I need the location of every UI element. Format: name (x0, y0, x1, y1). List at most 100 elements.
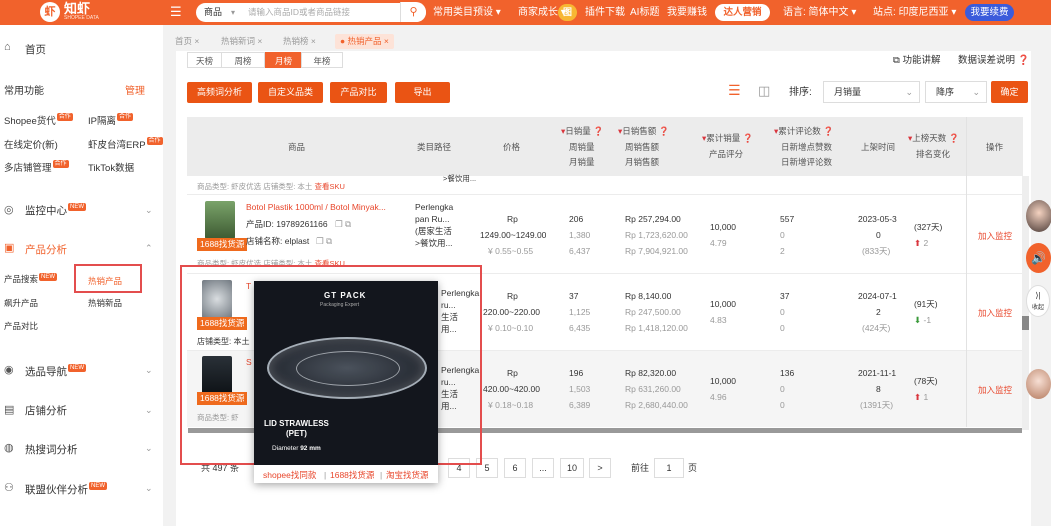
brand-logo[interactable]: 虾 知虾 SHOPEE DATA (40, 2, 102, 22)
sidebar-item-product-compare[interactable]: 产品对比 (4, 320, 38, 332)
sidebar-item-product-analysis[interactable]: 产品分析 (25, 242, 67, 257)
breadcrumb-hot-list[interactable]: 热销榜 × (283, 34, 316, 49)
add-monitor-button[interactable]: 加入监控 (978, 307, 1012, 320)
sidebar-item-affiliate-analysis[interactable]: 联盟伙伴分析 NEW (25, 482, 107, 497)
influencer-marketing-button[interactable]: 达人营销 (715, 4, 770, 21)
week-revenue: Rp 631,260.00 (625, 384, 681, 394)
col-day-revenue[interactable]: ▾日销售额 ❓ (618, 124, 669, 138)
list-view-icon[interactable]: ☰ (728, 83, 741, 97)
data-error-link[interactable]: 数据误差说明 ❓ (958, 54, 1030, 67)
col-day-sales[interactable]: ▾日销量 ❓ (561, 124, 604, 138)
fold-panel-button[interactable]: ⟩| 收起 (1026, 285, 1050, 317)
chart-view-icon[interactable]: ◫ (758, 84, 770, 97)
new-badge: NEW (68, 364, 86, 372)
col-reviews[interactable]: ▾累计评论数 ❓ (774, 124, 834, 138)
sidebar-item-rising-products[interactable]: 飙升产品 (4, 297, 38, 309)
chevron-down-icon: ⌄ (145, 405, 153, 415)
nav-category-preset[interactable]: 常用类目预设 ▾ (433, 0, 501, 25)
sidebar-item-selection-nav[interactable]: 选品导航 NEW (25, 364, 86, 379)
listed-date-cont: 2 (876, 307, 881, 317)
keyword-analysis-button[interactable]: 高频词分析 (187, 82, 252, 103)
sidebar-item-hot-new-products[interactable]: 热销新品 (88, 297, 122, 309)
sidebar-item-monitor-center[interactable]: 监控中心 NEW (25, 203, 86, 218)
custom-category-button[interactable]: 自定义品类 (258, 82, 323, 103)
sidebar-item-ip-isolation[interactable]: IP隔离 合作 (88, 113, 133, 127)
listed-days: (1391天) (860, 400, 894, 410)
sidebar-item-taiwan-erp[interactable]: 虾皮台湾ERP 合作 (88, 137, 163, 151)
view-sku-link[interactable]: 查看SKU (315, 182, 345, 191)
menu-toggle-icon[interactable]: ☰ (170, 4, 184, 20)
nav-earn-money[interactable]: 我要赚钱 (667, 0, 707, 25)
days-on-list: (91天) (914, 299, 938, 309)
sidebar-item-product-search[interactable]: 产品搜索 NEW (4, 273, 58, 285)
tab-month-rank[interactable]: 月榜 (265, 52, 302, 68)
renew-button[interactable]: 我要续费 (965, 4, 1014, 21)
tab-week-rank[interactable]: 周榜 (221, 52, 265, 68)
fold-icon: ⟩| (1035, 291, 1041, 300)
customer-service-avatar[interactable] (1026, 200, 1051, 232)
new-badge: NEW (39, 273, 58, 281)
find-source-1688-link[interactable]: 1688找货源 (330, 469, 374, 482)
product-title-link[interactable]: Botol Plastik 1000ml / Botol Minyak... (246, 201, 386, 214)
partial-row-path: >餐饮用... (443, 174, 477, 183)
page-ellipsis[interactable]: ... (532, 458, 554, 478)
sort-field-select[interactable]: 月销量 ⌄ (823, 81, 920, 103)
shopee-same-item-link[interactable]: shopee找同款 (263, 469, 316, 482)
next-page-button[interactable]: > (589, 458, 611, 478)
col-month-revenue: 月销售额 (625, 157, 660, 167)
sidebar-item-tiktok-data[interactable]: TikTok数据 (88, 160, 134, 174)
find-source-1688-tag[interactable]: 1688找货源 (197, 238, 248, 251)
partial-row-meta: 商品类型: 虾皮优选 店铺类型: 本土 查看SKU (197, 180, 345, 193)
search-category-select[interactable]: 商品 (204, 3, 222, 22)
feature-help-link[interactable]: ⧉ 功能讲解 (893, 54, 940, 67)
speaker-icon[interactable]: 🔊 (1026, 243, 1051, 273)
product-compare-button[interactable]: 产品对比 (330, 82, 387, 103)
monitor-icon: ◎ (4, 204, 14, 216)
sidebar-item-home[interactable]: 首页 (25, 42, 46, 57)
week-sales: 1,125 (569, 307, 591, 317)
sidebar-item-keyword-analysis[interactable]: 热搜词分析 (25, 442, 78, 457)
page-10[interactable]: 10 (560, 458, 584, 478)
col-total-sales[interactable]: ▾累计销量 ❓ (702, 131, 753, 145)
taobao-source-link[interactable]: 淘宝找货源 (386, 469, 429, 482)
chevron-down-icon: ⌄ (145, 365, 153, 375)
total-reviews: 136 (780, 368, 795, 378)
page-jump-input[interactable]: 1 (654, 458, 684, 478)
sort-order-select[interactable]: 降序 ⌄ (925, 81, 987, 103)
col-days-on-list[interactable]: ▾上榜天数 ❓ (908, 131, 959, 145)
manage-link[interactable]: 管理 (125, 82, 145, 97)
nav-merchant-growth[interactable]: 商家成长 ▾ (518, 0, 566, 25)
rank-change: ⬆ 2 (914, 237, 928, 250)
sidebar-item-store-analysis[interactable]: 店铺分析 (25, 403, 67, 418)
assistant-avatar[interactable] (1026, 369, 1051, 399)
language-select[interactable]: 语言: 简体中文 ▾ (783, 0, 856, 25)
sidebar-item-multi-store[interactable]: 多店铺管理 合作 (4, 160, 69, 174)
copy-icon[interactable]: ❐ ⧉ (335, 218, 351, 231)
partner-badge: 合作 (52, 160, 69, 168)
confirm-button[interactable]: 确定 (991, 81, 1028, 103)
breadcrumb-home[interactable]: 首页 × (175, 34, 199, 49)
copy-icon[interactable]: ❐ ⧉ (316, 235, 332, 248)
tab-day-rank[interactable]: 天榜 (187, 52, 222, 68)
sidebar-item-online-pricing[interactable]: 在线定价(新) (4, 137, 58, 151)
add-monitor-button[interactable]: 加入监控 (978, 384, 1012, 397)
col-operation: 操作 (986, 142, 1004, 152)
tab-year-rank[interactable]: 年榜 (301, 52, 343, 68)
product-thumbnail[interactable] (205, 201, 235, 239)
breadcrumb-hot-words[interactable]: 热销新词 × (221, 34, 262, 49)
export-button[interactable]: 导出 (395, 82, 450, 103)
sort-label: 排序: (789, 87, 812, 98)
breadcrumb-hot-products[interactable]: ● 热销产品 × (335, 34, 394, 49)
search-button[interactable]: ⚲ (400, 2, 426, 22)
select-value: 降序 (936, 87, 955, 97)
vertical-scrollbar-thumb[interactable] (1022, 316, 1029, 330)
site-select[interactable]: 站点: 印度尼西亚 ▾ (873, 0, 956, 25)
page-6[interactable]: 6 (504, 458, 526, 478)
brand-subtitle: SHOPEE DATA (64, 15, 99, 21)
nav-plugin-download[interactable]: 插件下载 (585, 0, 625, 25)
fold-label: 收起 (1031, 305, 1044, 311)
add-monitor-button[interactable]: 加入监控 (978, 230, 1012, 243)
search-input[interactable]: 请输入商品ID或者商品链接 (248, 3, 350, 22)
nav-ai-title[interactable]: AI标题 (630, 0, 659, 25)
sidebar-item-shopee-forwarder[interactable]: Shopee货代 合作 (4, 113, 73, 127)
